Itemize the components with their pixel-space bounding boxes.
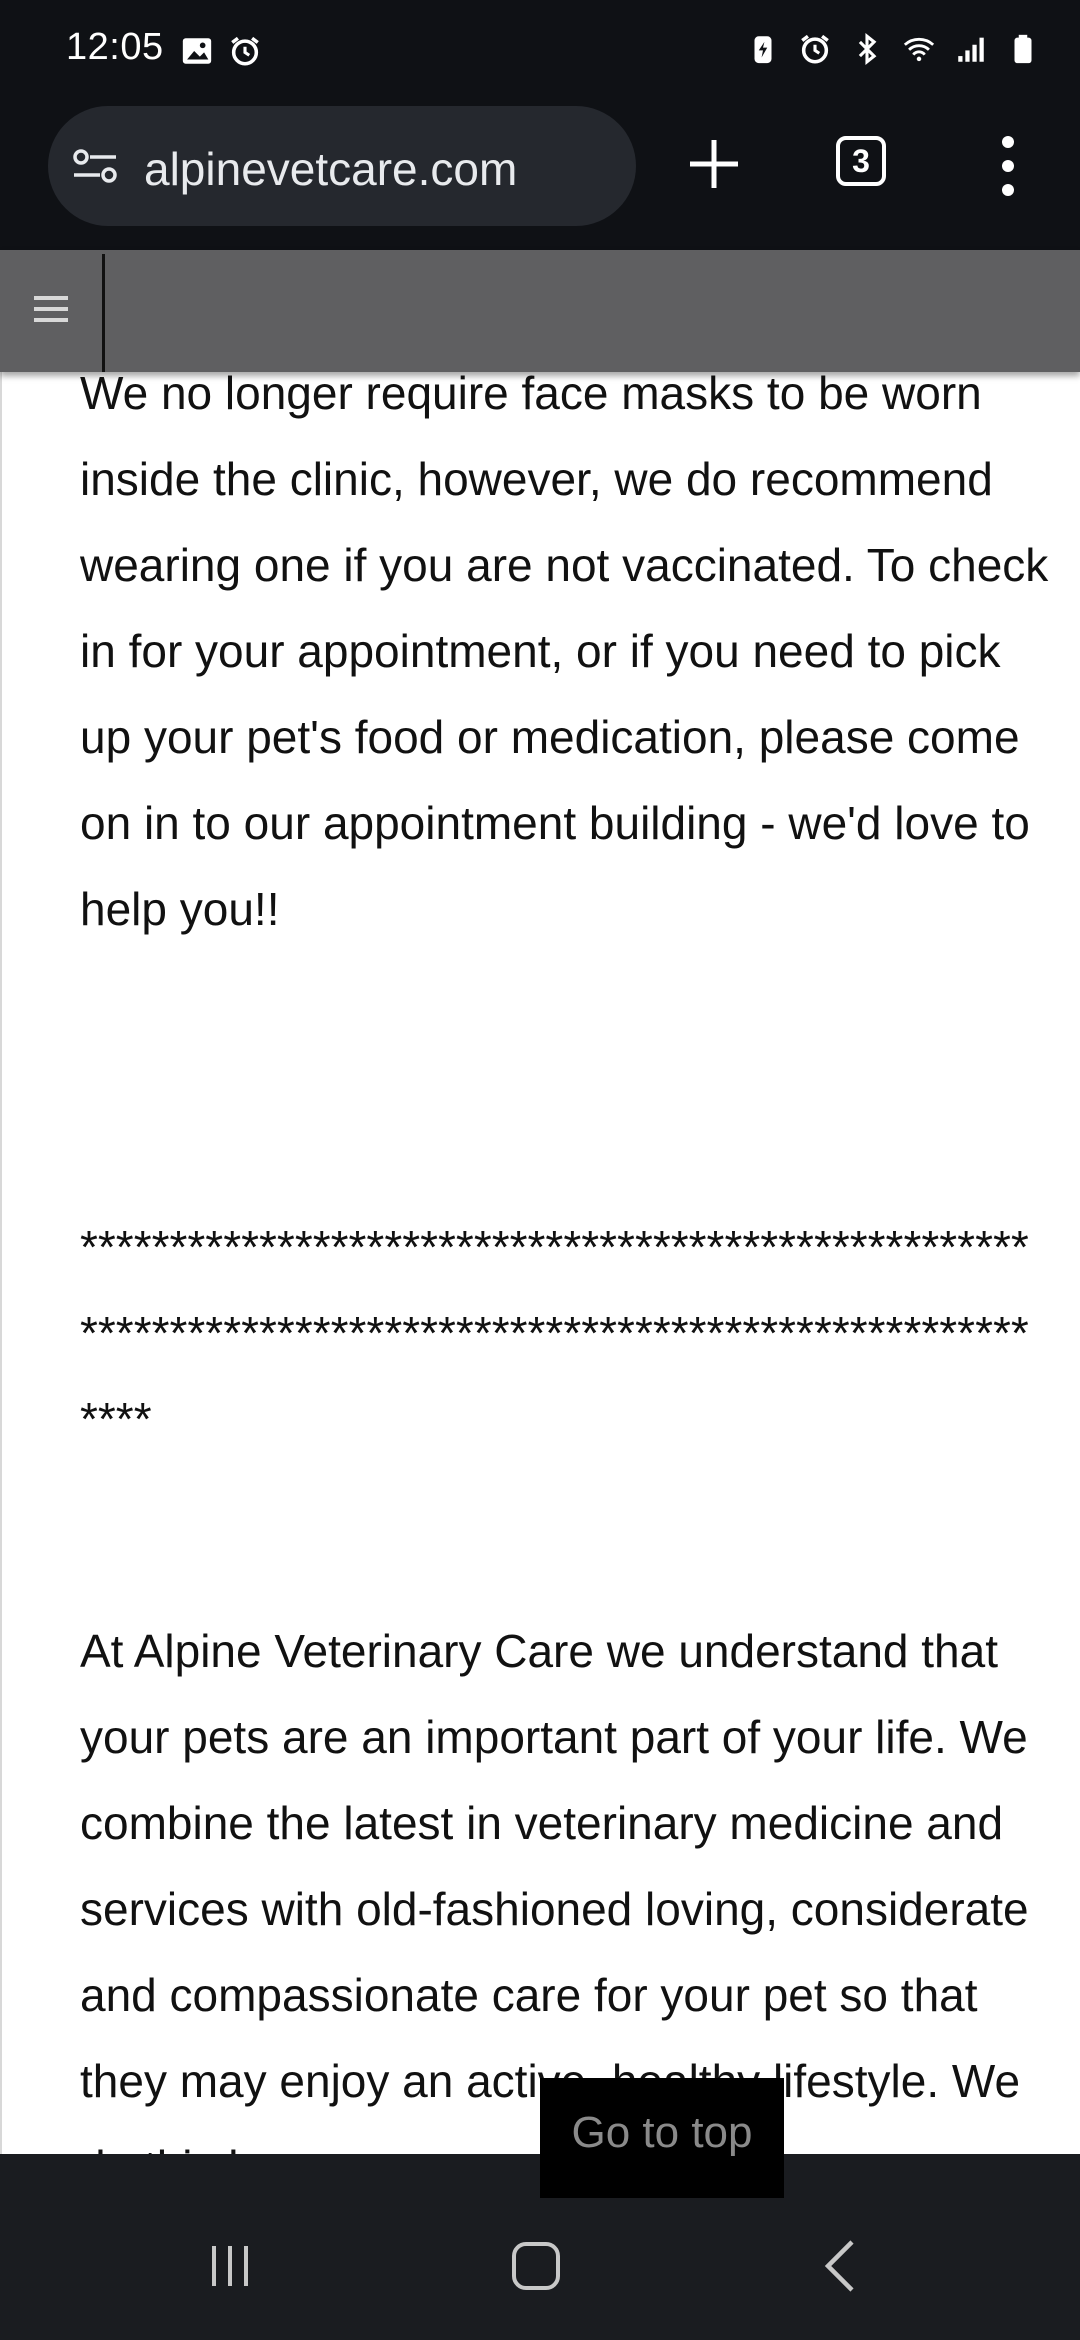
more-vert-icon[interactable]	[996, 134, 1020, 198]
battery-saver-icon	[754, 36, 772, 64]
site-header	[0, 250, 1080, 372]
url-text[interactable]: alpinevetcare.com	[144, 142, 517, 196]
wifi-icon	[903, 37, 935, 62]
browser-toolbar: alpinevetcare.com 3	[0, 104, 1080, 250]
image-icon	[182, 38, 212, 64]
recents-icon[interactable]	[206, 2242, 254, 2290]
nav-divider	[102, 254, 105, 372]
site-settings-icon[interactable]	[72, 146, 118, 186]
alarm-icon	[801, 34, 829, 64]
bluetooth-icon	[858, 33, 877, 65]
address-bar[interactable]: alpinevetcare.com	[48, 106, 636, 226]
new-tab-button[interactable]	[684, 134, 744, 194]
battery-icon	[1014, 34, 1032, 64]
go-to-top-button[interactable]: Go to top	[540, 2078, 784, 2198]
separator-stars: ****************************************…	[80, 1221, 1029, 1445]
signal-icon	[958, 37, 984, 62]
alarm-icon	[231, 36, 259, 66]
home-icon[interactable]	[510, 2240, 562, 2292]
about-paragraph: At Alpine Veterinary Care we understand …	[80, 1625, 1029, 2154]
announcement-paragraph: We no longer require face masks to be wo…	[80, 372, 1049, 935]
tab-switcher-button[interactable]: 3	[836, 136, 886, 186]
hamburger-icon[interactable]	[34, 294, 68, 324]
status-bar: 12:05	[0, 0, 1080, 104]
back-icon[interactable]	[820, 2238, 860, 2294]
page-content: We no longer require face masks to be wo…	[0, 372, 1080, 2154]
status-time: 12:05	[66, 26, 164, 68]
